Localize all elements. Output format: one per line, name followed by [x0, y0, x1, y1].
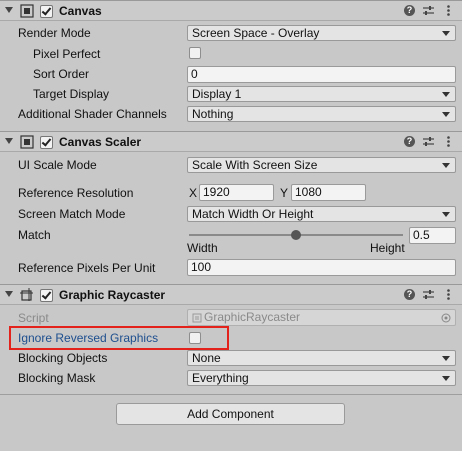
preset-icon[interactable] [423, 289, 434, 300]
ui-scale-mode-label: UI Scale Mode [18, 158, 97, 172]
component-title: Graphic Raycaster [59, 288, 166, 302]
reference-resolution-y-field[interactable]: 1080 [291, 184, 366, 201]
render-mode-dropdown[interactable]: Screen Space - Overlay [187, 25, 456, 41]
dropdown-arrow-icon [442, 376, 450, 381]
y-label: Y [280, 186, 289, 200]
script-icon [192, 313, 202, 323]
dropdown-arrow-icon [442, 112, 450, 117]
ui-scale-mode-dropdown[interactable]: Scale With Screen Size [187, 157, 456, 173]
foldout-arrow-icon[interactable] [5, 7, 13, 13]
component-title: Canvas Scaler [59, 135, 142, 149]
dropdown-arrow-icon [442, 212, 450, 217]
shader-channels-value: Nothing [192, 107, 234, 121]
kebab-menu-icon[interactable] [443, 136, 454, 147]
kebab-menu-icon[interactable] [443, 289, 454, 300]
render-mode-label: Render Mode [18, 26, 91, 40]
help-icon[interactable]: ? [404, 5, 415, 16]
shader-channels-label: Additional Shader Channels [18, 107, 167, 121]
match-max-label: Height [370, 241, 405, 255]
blocking-mask-value: Everything [192, 371, 249, 385]
canvas-scaler-icon [20, 135, 34, 149]
reference-resolution-label: Reference Resolution [18, 186, 134, 200]
section-divider [0, 394, 462, 395]
render-mode-value: Screen Space - Overlay [192, 26, 320, 40]
canvas-component-header[interactable]: Canvas ? [0, 0, 462, 21]
blocking-objects-label: Blocking Objects [18, 351, 108, 365]
blocking-mask-dropdown[interactable]: Everything [187, 370, 456, 386]
screen-match-mode-label: Screen Match Mode [18, 207, 126, 221]
ui-scale-mode-value: Scale With Screen Size [192, 158, 318, 172]
sort-order-label: Sort Order [33, 67, 90, 81]
foldout-arrow-icon[interactable] [5, 138, 13, 144]
kebab-menu-icon[interactable] [443, 5, 454, 16]
match-value-field[interactable]: 0.5 [409, 227, 456, 244]
component-title: Canvas [59, 4, 102, 18]
match-slider-thumb[interactable] [291, 230, 301, 240]
graphic-raycaster-enabled-checkbox[interactable] [40, 289, 53, 302]
dropdown-arrow-icon [442, 163, 450, 168]
raycaster-icon [20, 288, 33, 301]
script-label: Script [18, 311, 49, 325]
reference-resolution-x-field[interactable]: 1920 [199, 184, 274, 201]
canvas-icon [20, 4, 34, 18]
preset-icon[interactable] [423, 5, 434, 16]
help-icon[interactable]: ? [404, 289, 415, 300]
preset-icon[interactable] [423, 136, 434, 147]
blocking-objects-dropdown[interactable]: None [187, 350, 456, 366]
canvas-scaler-enabled-checkbox[interactable] [40, 136, 53, 149]
shader-channels-dropdown[interactable]: Nothing [187, 106, 456, 122]
reference-pixels-field[interactable]: 100 [187, 259, 456, 276]
pixel-perfect-checkbox[interactable] [189, 47, 201, 59]
x-label: X [189, 186, 198, 200]
graphic-raycaster-component-header[interactable]: Graphic Raycaster ? [0, 284, 462, 305]
sort-order-field[interactable]: 0 [187, 66, 456, 83]
target-display-label: Target Display [33, 87, 110, 101]
script-field[interactable]: GraphicRaycaster [187, 309, 456, 326]
reference-pixels-label: Reference Pixels Per Unit [18, 261, 156, 275]
match-min-label: Width [187, 241, 218, 255]
object-picker-icon[interactable] [441, 313, 451, 323]
target-display-dropdown[interactable]: Display 1 [187, 86, 456, 102]
dropdown-arrow-icon [442, 92, 450, 97]
match-label: Match [18, 228, 51, 242]
blocking-objects-value: None [192, 351, 221, 365]
help-icon[interactable]: ? [404, 136, 415, 147]
dropdown-arrow-icon [442, 31, 450, 36]
highlight-box [9, 326, 229, 350]
foldout-arrow-icon[interactable] [5, 291, 13, 297]
canvas-scaler-component-header[interactable]: Canvas Scaler ? [0, 131, 462, 152]
canvas-enabled-checkbox[interactable] [40, 5, 53, 18]
target-display-value: Display 1 [192, 87, 242, 101]
screen-match-mode-value: Match Width Or Height [192, 207, 314, 221]
blocking-mask-label: Blocking Mask [18, 371, 96, 385]
dropdown-arrow-icon [442, 356, 450, 361]
script-value: GraphicRaycaster [204, 310, 301, 324]
add-component-button[interactable]: Add Component [116, 403, 345, 425]
pixel-perfect-label: Pixel Perfect [33, 47, 101, 61]
screen-match-mode-dropdown[interactable]: Match Width Or Height [187, 206, 456, 222]
